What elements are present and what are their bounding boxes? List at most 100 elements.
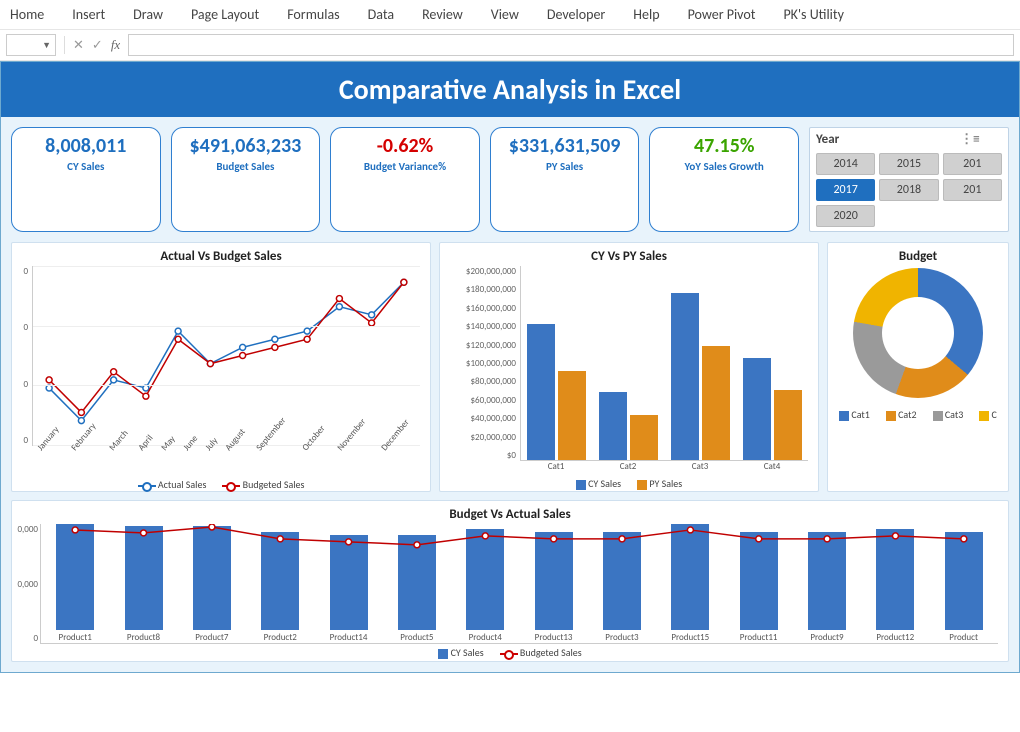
y-tick: 0 [33,633,38,644]
chart-row: Actual Vs Budget Sales 0 0 0 0 JanuaryFe… [1,242,1019,500]
chart-cy-vs-py[interactable]: CY Vs PY Sales $200,000,000 $180,000,000 $… [439,242,819,492]
legend-budgeted: Budgeted Sales [520,646,582,659]
y-tick: $160,000,000 [466,303,516,314]
y-tick: $180,000,000 [466,284,516,295]
slicer-title: Year [816,132,839,147]
y-tick: $200,000,000 [466,266,516,277]
legend-cat2: Cat2 [898,408,916,421]
bar [743,358,771,460]
y-tick: $140,000,000 [466,321,516,332]
legend-cat1: Cat1 [851,408,869,421]
chart-title: Actual Vs Budget Sales [18,249,424,264]
kpi-yoy-growth: 47.15% YoY Sales Growth [649,127,799,232]
chart-legend: CY Sales PY Sales [446,477,812,490]
y-tick: 0 [23,435,28,446]
ribbon-tab-pk-utility[interactable]: PK's Utility [783,6,843,23]
y-tick: $120,000,000 [466,340,516,351]
bar [630,415,658,460]
kpi-value: $331,631,509 [495,134,635,158]
kpi-label: CY Sales [16,160,156,173]
chart-title: Budget [834,249,1002,264]
legend-cy-sales: CY Sales [451,646,484,659]
kpi-value: 8,008,011 [16,134,156,158]
legend-cat3: Cat3 [945,408,963,421]
bar [527,324,555,460]
name-box[interactable]: ▼ [6,34,56,56]
y-tick: 0,000 [18,524,39,535]
x-label: Cat3 [692,461,709,472]
kpi-value: $491,063,233 [176,134,316,158]
kpi-label: YoY Sales Growth [654,160,794,173]
kpi-row: 8,008,011 CY Sales $491,063,233 Budget S… [1,117,1019,242]
chart-actual-vs-budget[interactable]: Actual Vs Budget Sales 0 0 0 0 JanuaryFe… [11,242,431,492]
chevron-down-icon[interactable]: ▼ [42,40,51,51]
page-title: Comparative Analysis in Excel [1,62,1019,117]
ribbon: Home Insert Draw Page Layout Formulas Da… [0,0,1020,30]
kpi-py-sales: $331,631,509 PY Sales [490,127,640,232]
formula-bar: ▼ ✕ ✓ fx [0,30,1020,61]
year-slicer[interactable]: Year ⋮≡ ⌫ 20142015201201720182012020 [809,127,1009,232]
divider [64,36,65,54]
x-label: Cat2 [620,461,637,472]
ribbon-tab-review[interactable]: Review [422,6,463,23]
y-tick: $0 [507,450,516,461]
chart-products-row: Budget Vs Actual Sales 0,000 0,000 0 Pro… [1,500,1019,672]
y-tick: $100,000,000 [466,358,516,369]
chart-title: CY Vs PY Sales [446,249,812,264]
bar [558,371,586,460]
kpi-budget-sales: $491,063,233 Budget Sales [171,127,321,232]
fx-icon[interactable]: fx [111,37,120,53]
kpi-label: Budget Sales [176,160,316,173]
ribbon-tab-home[interactable]: Home [10,6,44,23]
slicer-item[interactable]: 2015 [879,153,938,175]
bar [599,392,627,460]
slicer-item[interactable]: 2018 [879,179,938,201]
kpi-budget-variance: -0.62% Budget Variance% [330,127,480,232]
slicer-item[interactable]: 2014 [816,153,875,175]
ribbon-tab-page-layout[interactable]: Page Layout [191,6,259,23]
y-tick: $80,000,000 [470,376,516,387]
y-tick: 0 [23,266,28,277]
ribbon-tab-help[interactable]: Help [633,6,659,23]
bar [671,293,699,460]
y-tick: 0 [23,322,28,333]
ribbon-tab-developer[interactable]: Developer [547,6,605,23]
chart-legend: Cat1 Cat2 Cat3 C [834,408,1002,421]
kpi-value: -0.62% [335,134,475,158]
ribbon-tab-view[interactable]: View [491,6,519,23]
ribbon-tab-insert[interactable]: Insert [72,6,105,23]
cancel-icon[interactable]: ✕ [73,38,84,53]
y-tick: $40,000,000 [470,413,516,424]
slicer-item[interactable]: 201 [943,179,1002,201]
kpi-cy-sales: 8,008,011 CY Sales [11,127,161,232]
chart-budget-vs-actual-products[interactable]: Budget Vs Actual Sales 0,000 0,000 0 Pro… [11,500,1009,662]
ribbon-tab-draw[interactable]: Draw [133,6,163,23]
kpi-label: PY Sales [495,160,635,173]
formula-input[interactable] [128,34,1014,56]
chart-legend: CY Sales Budgeted Sales [18,646,1002,659]
enter-icon[interactable]: ✓ [92,38,103,53]
chart-budget-donut[interactable]: Budget Cat1 Cat2 Cat3 C [827,242,1009,492]
bar [774,390,802,460]
chart-title: Budget Vs Actual Sales [18,507,1002,522]
ribbon-tab-data[interactable]: Data [368,6,394,23]
multi-select-icon[interactable]: ⋮≡ [960,132,979,147]
kpi-value: 47.15% [654,134,794,158]
slicer-item[interactable]: 2020 [816,205,875,227]
y-tick: 0,000 [18,579,39,590]
kpi-label: Budget Variance% [335,160,475,173]
slicer-item[interactable]: 2017 [816,179,875,201]
dashboard: Comparative Analysis in Excel 8,008,011 … [0,61,1020,673]
ribbon-tab-power-pivot[interactable]: Power Pivot [688,6,756,23]
ribbon-tab-formulas[interactable]: Formulas [287,6,339,23]
x-label: Cat1 [548,461,565,472]
legend-cy: CY Sales [588,477,621,490]
legend-py: PY Sales [649,477,682,490]
y-tick: 0 [23,379,28,390]
bar [702,346,730,460]
slicer-item[interactable]: 201 [943,153,1002,175]
donut-chart [853,268,983,398]
y-tick: $60,000,000 [470,395,516,406]
x-label: Cat4 [764,461,781,472]
y-tick: $20,000,000 [470,432,516,443]
